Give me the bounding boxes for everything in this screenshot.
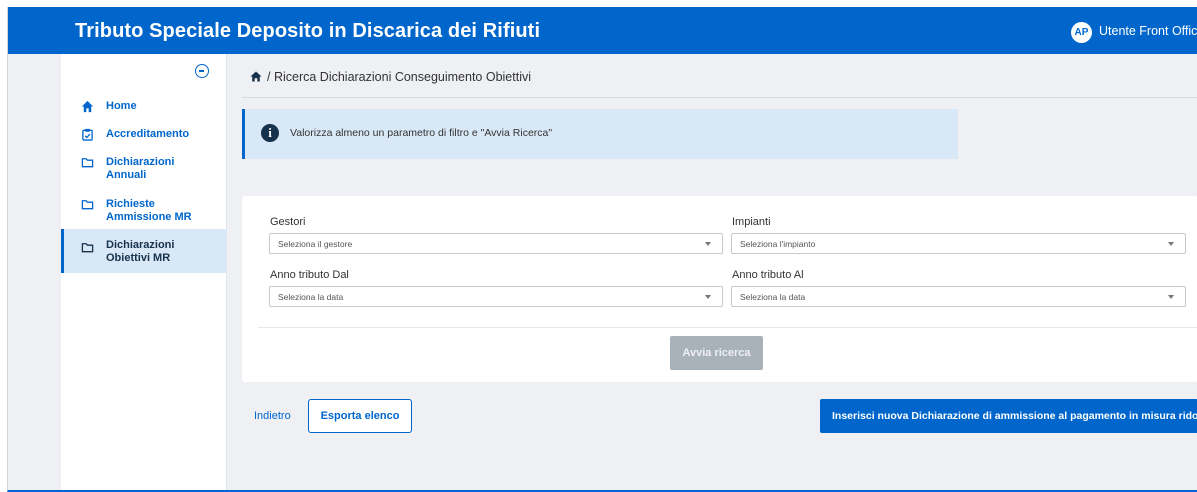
gestori-select[interactable]: Seleziona il gestore — [269, 233, 723, 254]
sidebar-item-accreditamento[interactable]: Accreditamento — [61, 128, 227, 142]
new-declaration-button[interactable]: Inserisci nuova Dichiarazione di ammissi… — [820, 399, 1197, 433]
app-window: Tributo Speciale Deposito in Discarica d… — [7, 7, 1197, 492]
collapse-sidebar-icon[interactable] — [195, 64, 209, 78]
sidebar-item-label: Dichiarazioni Obiettivi MR — [106, 239, 175, 264]
app-title: Tributo Speciale Deposito in Discarica d… — [75, 20, 541, 42]
anno-dal-label: Anno tributo Dal — [270, 269, 349, 281]
user-name[interactable]: Utente Front Office — [1099, 24, 1197, 38]
anno-al-label: Anno tributo Al — [732, 269, 804, 281]
breadcrumb: / Ricerca Dichiarazioni Conseguimento Ob… — [250, 70, 531, 84]
info-alert: i Valorizza almeno un parametro di filtr… — [242, 109, 958, 159]
export-button[interactable]: Esporta elenco — [308, 399, 412, 433]
folder-icon — [81, 243, 94, 253]
chevron-down-icon — [1168, 242, 1174, 246]
sidebar-item-dichiarazioni-obiettivi[interactable]: Dichiarazioni Obiettivi MR — [61, 229, 227, 273]
gestori-placeholder: Seleziona il gestore — [278, 239, 353, 249]
breadcrumb-text: / Ricerca Dichiarazioni Conseguimento Ob… — [267, 70, 532, 84]
user-avatar[interactable]: AP — [1071, 22, 1092, 43]
divider — [242, 97, 1197, 98]
anno-dal-select[interactable]: Seleziona la data — [269, 286, 723, 307]
clipboard-check-icon — [82, 128, 93, 141]
home-icon — [81, 100, 94, 113]
gestori-label: Gestori — [270, 216, 306, 228]
sidebar-item-label: Richieste Ammissione MR — [106, 198, 192, 223]
main-content: / Ricerca Dichiarazioni Conseguimento Ob… — [228, 54, 1197, 490]
sidebar: Home Accreditamento Dichiarazioni Annual… — [61, 54, 227, 490]
sidebar-item-dichiarazioni-annuali[interactable]: Dichiarazioni Annuali — [61, 156, 227, 184]
sidebar-item-home[interactable]: Home — [61, 100, 227, 114]
chevron-down-icon — [705, 242, 711, 246]
chevron-down-icon — [1168, 295, 1174, 299]
sidebar-item-richieste-ammissione[interactable]: Richieste Ammissione MR — [61, 198, 227, 226]
alert-message: Valorizza almeno un parametro di filtro … — [290, 127, 553, 139]
chevron-down-icon — [705, 295, 711, 299]
search-button[interactable]: Avvia ricerca — [670, 336, 763, 370]
header-bar: Tributo Speciale Deposito in Discarica d… — [8, 7, 1197, 54]
home-icon[interactable] — [250, 71, 262, 82]
back-link[interactable]: Indietro — [254, 410, 291, 422]
impianti-select[interactable]: Seleziona l'impianto — [731, 233, 1186, 254]
divider — [258, 327, 1197, 328]
impianti-placeholder: Seleziona l'impianto — [740, 239, 816, 249]
anno-dal-placeholder: Seleziona la data — [278, 292, 344, 302]
filter-card: Gestori Seleziona il gestore Impianti Se… — [242, 196, 1197, 382]
sidebar-item-label: Home — [106, 100, 137, 112]
impianti-label: Impianti — [732, 216, 771, 228]
folder-icon — [81, 200, 94, 210]
info-icon: i — [261, 124, 279, 142]
sidebar-item-label: Accreditamento — [106, 128, 190, 140]
anno-al-select[interactable]: Seleziona la data — [731, 286, 1186, 307]
anno-al-placeholder: Seleziona la data — [740, 292, 806, 302]
folder-icon — [81, 158, 94, 168]
sidebar-item-label: Dichiarazioni Annuali — [106, 156, 175, 181]
